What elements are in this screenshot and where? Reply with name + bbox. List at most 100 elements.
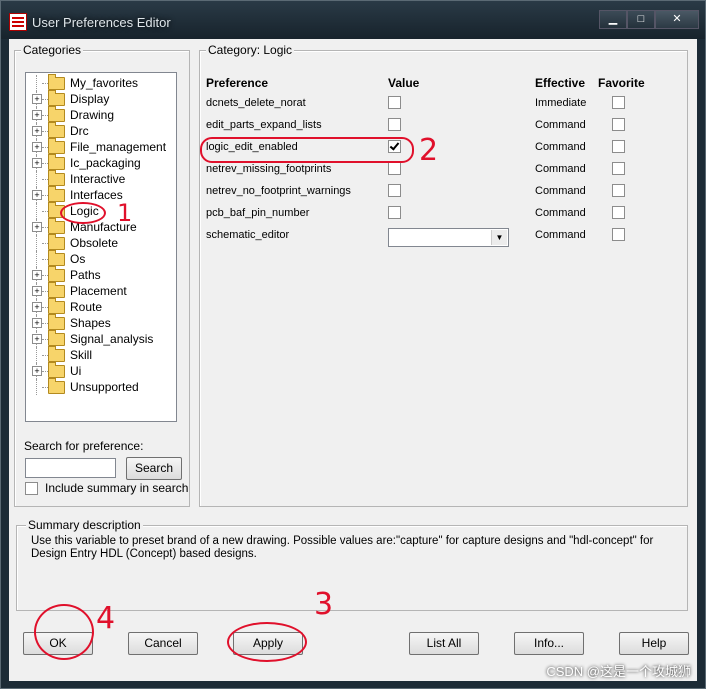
maximize-button[interactable]: □	[627, 10, 655, 29]
schematic-editor-combo[interactable]: ▼	[388, 228, 509, 247]
folder-icon	[48, 250, 65, 266]
folder-icon	[48, 122, 65, 138]
annotation-ring-ok	[34, 604, 94, 660]
tree-item[interactable]: + Drawing	[26, 106, 174, 123]
minimize-button[interactable]: ▁	[599, 10, 627, 29]
dropdown-arrow-icon[interactable]: ▼	[491, 230, 507, 245]
search-input[interactable]	[25, 458, 116, 478]
category-tree[interactable]: My_favorites + Display + Drawing + Drc + File_ma…	[25, 72, 177, 422]
value-checkbox[interactable]	[388, 96, 401, 109]
tree-item[interactable]: Interactive	[26, 170, 174, 187]
tree-item[interactable]: + Paths	[26, 266, 174, 283]
cancel-button[interactable]: Cancel	[128, 632, 198, 655]
expand-icon[interactable]: +	[32, 302, 42, 312]
tree-item[interactable]: + Placement	[26, 282, 174, 299]
tree-connector	[36, 379, 37, 395]
value-checkbox[interactable]	[388, 162, 401, 175]
header-favorite: Favorite	[598, 76, 645, 90]
expand-icon[interactable]: +	[32, 366, 42, 376]
tree-item[interactable]: + Shapes	[26, 314, 174, 331]
tree-item[interactable]: + Signal_analysis	[26, 330, 174, 347]
folder-icon	[48, 138, 65, 154]
tree-item[interactable]: + Route	[26, 298, 174, 315]
tree-item[interactable]: + Display	[26, 90, 174, 107]
tree-item[interactable]: Obsolete	[26, 234, 174, 251]
info-button[interactable]: Info...	[514, 632, 584, 655]
favorite-checkbox[interactable]	[612, 228, 625, 241]
folder-icon	[48, 90, 65, 106]
tree-item-label: Paths	[70, 268, 101, 282]
folder-icon	[48, 346, 65, 362]
folder-icon	[48, 154, 65, 170]
watermark: CSDN @这是一个攻城狮	[546, 664, 691, 679]
effective-value: Command	[535, 207, 586, 219]
effective-value: Command	[535, 119, 586, 131]
search-button[interactable]: Search	[126, 457, 182, 480]
summary-text: Use this variable to preset brand of a n…	[31, 535, 654, 560]
include-summary-checkbox[interactable]	[25, 482, 38, 495]
favorite-checkbox[interactable]	[612, 162, 625, 175]
tree-item[interactable]: + File_management	[26, 138, 174, 155]
tree-item-label: Drc	[70, 124, 89, 138]
tree-item[interactable]: + Ic_packaging	[26, 154, 174, 171]
tree-item-label: Shapes	[70, 316, 111, 330]
favorite-checkbox[interactable]	[612, 184, 625, 197]
tree-item[interactable]: + Manufacture	[26, 218, 174, 235]
tree-item-label: Drawing	[70, 108, 115, 122]
preference-name: schematic_editor	[206, 229, 290, 241]
effective-value: Command	[535, 141, 586, 153]
title-bar[interactable]: User Preferences Editor ▁ □ ✕	[1, 1, 705, 39]
tree-item[interactable]: Unsupported	[26, 378, 174, 395]
category-label: Category: Logic	[206, 43, 295, 57]
tree-item[interactable]: + Ui	[26, 362, 174, 379]
search-label: Search for preference:	[24, 439, 144, 453]
expand-icon[interactable]: +	[32, 318, 42, 328]
header-preference: Preference	[206, 76, 269, 90]
expand-icon[interactable]: +	[32, 286, 42, 296]
tree-connector	[36, 203, 37, 219]
favorite-checkbox[interactable]	[612, 140, 625, 153]
annotation-three: 3	[314, 587, 334, 622]
help-button[interactable]: Help	[619, 632, 689, 655]
expand-icon[interactable]: +	[32, 222, 42, 232]
tree-connector	[36, 235, 37, 251]
tree-item[interactable]: Os	[26, 250, 174, 267]
folder-icon	[48, 186, 65, 202]
list-all-button[interactable]: List All	[409, 632, 479, 655]
app-icon	[9, 13, 27, 31]
window-title: User Preferences Editor	[32, 15, 171, 30]
value-checkbox[interactable]	[388, 206, 401, 219]
favorite-checkbox[interactable]	[612, 96, 625, 109]
expand-icon[interactable]: +	[32, 110, 42, 120]
tree-item-label: File_management	[70, 140, 167, 154]
expand-icon[interactable]: +	[32, 126, 42, 136]
annotation-one: 1	[117, 199, 133, 227]
tree-connector	[36, 347, 37, 363]
expand-icon[interactable]: +	[32, 270, 42, 280]
effective-value: Command	[535, 229, 586, 241]
tree-item-label: Interfaces	[70, 188, 123, 202]
value-checkbox[interactable]	[388, 184, 401, 197]
effective-value: Command	[535, 185, 586, 197]
favorite-checkbox[interactable]	[612, 118, 625, 131]
tree-item-label: Route	[70, 300, 103, 314]
expand-icon[interactable]: +	[32, 190, 42, 200]
tree-item-label: Ui	[70, 364, 82, 378]
value-checkbox[interactable]	[388, 118, 401, 131]
tree-item[interactable]: My_favorites	[26, 74, 174, 91]
close-button[interactable]: ✕	[655, 10, 699, 29]
preference-name: netrev_no_footprint_warnings	[206, 185, 351, 197]
tree-item-label: Signal_analysis	[70, 332, 154, 346]
annotation-four: 4	[96, 601, 116, 636]
summary-label: Summary description	[26, 518, 143, 532]
expand-icon[interactable]: +	[32, 334, 42, 344]
expand-icon[interactable]: +	[32, 94, 42, 104]
favorite-checkbox[interactable]	[612, 206, 625, 219]
expand-icon[interactable]: +	[32, 158, 42, 168]
tree-item[interactable]: + Drc	[26, 122, 174, 139]
expand-icon[interactable]: +	[32, 142, 42, 152]
tree-item[interactable]: + Interfaces	[26, 186, 174, 203]
tree-item[interactable]: Skill	[26, 346, 174, 363]
tree-connector	[36, 75, 37, 91]
folder-icon	[48, 314, 65, 330]
